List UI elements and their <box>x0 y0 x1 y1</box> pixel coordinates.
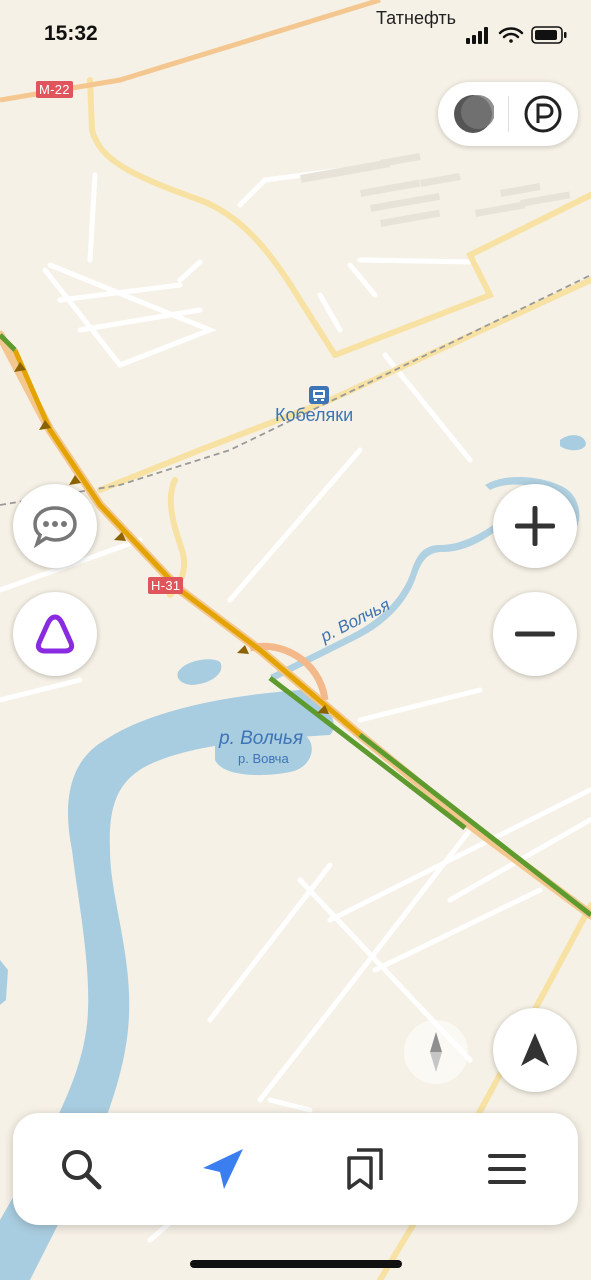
route-arrow-icon <box>203 1149 243 1189</box>
home-indicator[interactable] <box>190 1260 402 1268</box>
plus-icon <box>515 506 555 546</box>
locate-button[interactable] <box>493 1008 577 1092</box>
nav-route-button[interactable] <box>191 1137 255 1201</box>
layers-icon <box>454 95 494 133</box>
wifi-icon <box>498 27 524 43</box>
parking-icon <box>524 95 562 133</box>
town-label[interactable]: Кобеляки <box>275 405 353 426</box>
road-shield-m22: M-22 <box>36 81 73 98</box>
nav-bookmarks-button[interactable] <box>333 1137 397 1201</box>
battery-icon <box>531 26 567 44</box>
layers-button[interactable] <box>446 88 500 140</box>
status-time: 15:32 <box>44 22 98 45</box>
bottom-navigation-bar <box>13 1113 578 1225</box>
minus-icon <box>515 631 555 637</box>
chat-bubble-icon <box>33 506 77 548</box>
status-carrier: Татнефть <box>376 8 457 28</box>
pill-divider <box>508 96 509 132</box>
zoom-in-button[interactable] <box>493 484 577 568</box>
river-label-alt: р. Вовча <box>238 751 289 766</box>
menu-icon <box>488 1154 526 1184</box>
search-icon <box>62 1150 102 1190</box>
chat-button[interactable] <box>13 484 97 568</box>
compass-button[interactable] <box>404 1020 468 1084</box>
navigation-arrow-icon <box>521 1033 549 1066</box>
nav-search-button[interactable] <box>49 1137 113 1201</box>
nav-menu-button[interactable] <box>475 1137 539 1201</box>
road-shield-h31: H-31 <box>148 577 184 594</box>
map-layers-pill <box>438 82 578 146</box>
compass-icon <box>430 1032 442 1072</box>
railway-station-icon[interactable] <box>309 386 329 404</box>
signal-icon <box>466 27 488 44</box>
parking-button[interactable] <box>516 88 570 140</box>
assistant-button[interactable] <box>13 592 97 676</box>
river-label-large: р. Волчья <box>219 728 304 749</box>
alice-assistant-icon <box>35 614 75 654</box>
status-icons <box>466 26 567 44</box>
bookmarks-icon <box>347 1148 383 1190</box>
zoom-out-button[interactable] <box>493 592 577 676</box>
